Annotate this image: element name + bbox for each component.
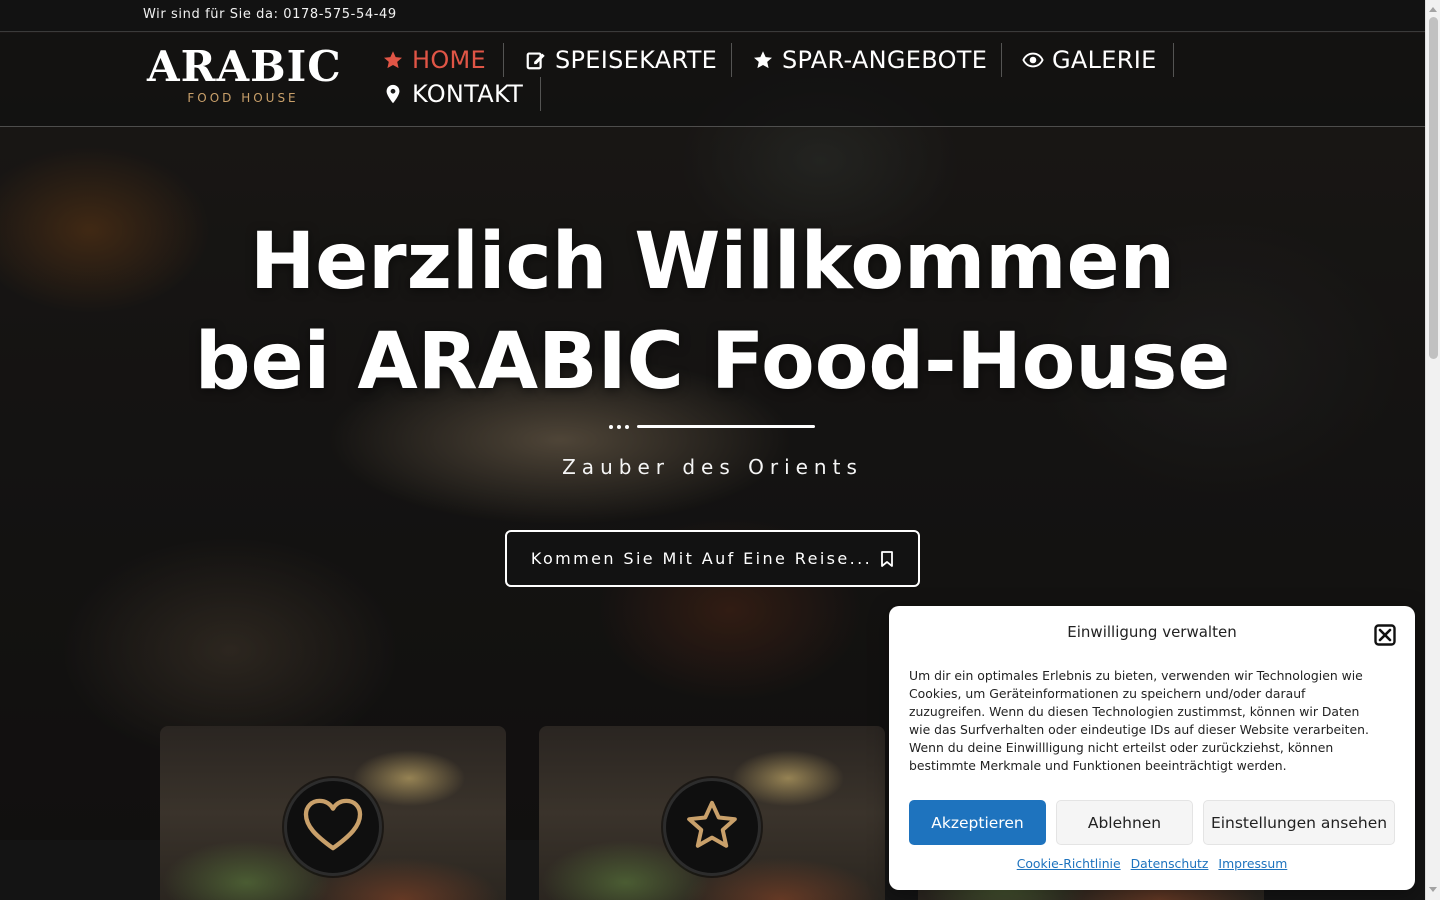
nav-item-label: SPAR-ANGEBOTE xyxy=(782,46,988,74)
logo-main-text: ARABIC xyxy=(147,42,342,91)
nav-item-home[interactable]: HOME xyxy=(382,44,486,76)
nav-item-label: KONTAKT xyxy=(412,80,524,108)
hero-subtitle: Zauber des Orients xyxy=(562,455,863,479)
feature-card[interactable] xyxy=(539,726,885,900)
feature-card[interactable] xyxy=(160,726,506,900)
cta-label: Kommen Sie Mit Auf Eine Reise... xyxy=(530,549,873,568)
map-pin-icon xyxy=(382,83,404,105)
accept-button[interactable]: Akzeptieren xyxy=(909,800,1046,845)
card-badge xyxy=(284,778,382,876)
privacy-link[interactable]: Datenschutz xyxy=(1131,856,1209,871)
scroll-down-arrow-icon[interactable] xyxy=(1429,887,1437,892)
hero-divider xyxy=(609,423,819,431)
nav-separator xyxy=(1173,43,1174,77)
site-header: ARABIC FOOD HOUSE HOME SPEISEKARTE SPAR-… xyxy=(0,33,1425,127)
nav-separator xyxy=(1001,43,1002,77)
top-info-bar: Wir sind für Sie da: 0178-575-54-49 xyxy=(0,0,1425,32)
page-scrollbar[interactable] xyxy=(1425,0,1440,900)
eye-icon xyxy=(1022,49,1044,71)
card-badge xyxy=(663,778,761,876)
site-logo[interactable]: ARABIC FOOD HOUSE xyxy=(147,42,342,107)
star-icon xyxy=(752,49,774,71)
nav-item-speisekarte[interactable]: SPEISEKARTE xyxy=(525,44,717,76)
cookie-policy-link[interactable]: Cookie-Richtlinie xyxy=(1017,856,1121,871)
scroll-thumb[interactable] xyxy=(1429,17,1438,359)
scroll-up-arrow-icon[interactable] xyxy=(1429,7,1437,12)
star-icon xyxy=(683,797,741,857)
close-icon[interactable] xyxy=(1374,624,1396,646)
hero-title: Herzlich Willkommen bei ARABIC Food-Hous… xyxy=(0,212,1425,412)
hero-title-line-1: Herzlich Willkommen xyxy=(249,217,1176,307)
consent-description: Um dir ein optimales Erlebnis zu bieten,… xyxy=(909,668,1369,773)
nav-item-galerie[interactable]: GALERIE xyxy=(1022,44,1157,76)
star-icon xyxy=(382,49,404,71)
heart-icon xyxy=(302,797,364,857)
nav-item-label: GALERIE xyxy=(1052,46,1157,74)
view-settings-button[interactable]: Einstellungen ansehen xyxy=(1203,800,1395,845)
logo-sub-text: FOOD HOUSE xyxy=(187,91,299,105)
nav-separator xyxy=(540,77,541,111)
consent-links: Cookie-Richtlinie Datenschutz Impressum xyxy=(889,856,1415,871)
nav-item-label: SPEISEKARTE xyxy=(555,46,718,74)
journey-cta-button[interactable]: Kommen Sie Mit Auf Eine Reise... xyxy=(505,530,920,587)
bookmark-icon xyxy=(880,550,894,567)
edit-icon xyxy=(525,49,547,71)
contact-phone-text: Wir sind für Sie da: 0178-575-54-49 xyxy=(143,7,397,22)
decline-button[interactable]: Ablehnen xyxy=(1056,800,1193,845)
nav-item-kontakt[interactable]: KONTAKT xyxy=(382,78,523,110)
imprint-link[interactable]: Impressum xyxy=(1218,856,1287,871)
nav-item-spar-angebote[interactable]: SPAR-ANGEBOTE xyxy=(752,44,987,76)
nav-item-label: HOME xyxy=(412,46,487,74)
hero-title-line-2: bei ARABIC Food-House xyxy=(194,317,1231,407)
consent-title: Einwilligung verwalten xyxy=(1067,623,1237,641)
nav-separator xyxy=(503,43,504,77)
cookie-consent-dialog: Einwilligung verwalten Um dir ein optima… xyxy=(889,606,1415,890)
nav-separator xyxy=(731,43,732,77)
